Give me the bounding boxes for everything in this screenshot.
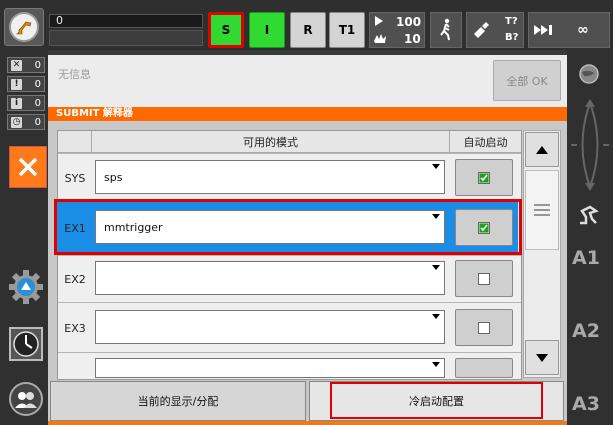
mode-combo-ex2[interactable] [95, 261, 445, 295]
operating-mode-button[interactable]: T1 [329, 12, 365, 48]
jog-hand-icon [373, 32, 387, 47]
unchecked-checkbox-icon [478, 272, 490, 285]
autostart-toggle-ex4[interactable] [455, 358, 513, 378]
walking-person-icon [440, 18, 450, 41]
grip-lines-icon [534, 204, 550, 216]
clock-button[interactable] [9, 327, 43, 361]
dropdown-arrow-icon [432, 164, 440, 169]
jog-override-value: 10 [404, 32, 421, 46]
autostart-toggle-ex3[interactable] [455, 309, 513, 346]
message-window [48, 55, 567, 107]
program-number-field: 0 [49, 14, 203, 28]
message-filter-status[interactable]: ! 0 [7, 76, 45, 92]
scroll-up-button[interactable] [525, 132, 559, 167]
close-icon [18, 157, 38, 177]
override-button[interactable]: 100 10 [369, 12, 425, 48]
row-label-ex3: EX3 [64, 322, 86, 335]
run-mode-value: ∞ [577, 22, 589, 38]
column-header-mode: 可用的模式 [92, 131, 450, 153]
user-group-icon [9, 382, 43, 416]
clock-icon [9, 327, 43, 361]
tool-value: T? [505, 16, 518, 27]
autostart-toggle-sys[interactable] [455, 159, 513, 196]
play-icon [374, 15, 384, 30]
checked-checkbox-icon [478, 171, 490, 184]
ack-count: 0 [34, 59, 41, 71]
axis-label-a3[interactable]: A3 [572, 393, 600, 415]
selection-highlight-frame [54, 199, 522, 255]
dropdown-arrow-icon [432, 265, 440, 270]
base-value: B? [505, 32, 519, 43]
submit-status-button[interactable]: S [208, 12, 244, 48]
scroll-thumb[interactable] [525, 170, 559, 250]
robot-arm-icon[interactable] [576, 203, 600, 231]
row-divider [58, 255, 521, 256]
row-divider [58, 153, 521, 154]
ack-message-icon: ✕ [11, 59, 22, 71]
dropdown-arrow-icon [432, 362, 440, 367]
globe-icon[interactable] [578, 63, 600, 89]
window-title: SUBMIT 解释器 [48, 107, 567, 121]
message-text: 无信息 [58, 68, 91, 81]
jog-direction-icon[interactable] [569, 95, 611, 199]
scroll-down-button[interactable] [525, 340, 559, 375]
axis-label-a1[interactable]: A1 [572, 247, 600, 269]
message-filter-info[interactable]: i0 [7, 95, 45, 111]
mode-combo-sys[interactable]: sps [95, 160, 445, 194]
mode-combo-ex4[interactable] [95, 358, 445, 378]
settings-button[interactable] [7, 268, 45, 306]
bottom-accent-bar [48, 421, 567, 425]
jog-mode-button[interactable] [430, 12, 462, 48]
row-label-sys: SYS [64, 172, 86, 185]
program-override-value: 100 [396, 15, 422, 29]
row-divider [58, 302, 521, 303]
wait-count: 0 [34, 116, 41, 128]
program-progress-bar [49, 30, 203, 46]
cold-start-config-label: 冷启动配置 [330, 382, 543, 419]
acknowledge-all-button[interactable]: 全部 OK [493, 60, 561, 101]
arrow-down-icon [536, 353, 548, 362]
status-count: 0 [34, 78, 41, 90]
robot-logo-icon [9, 12, 39, 42]
info-count: 0 [34, 97, 41, 109]
run-mode-button[interactable]: ∞ [528, 12, 610, 48]
gear-icon [9, 270, 43, 304]
drives-status-button[interactable]: I [249, 12, 285, 48]
row-label-ex2: EX2 [64, 273, 86, 286]
mode-value: sps [104, 170, 123, 184]
autostart-toggle-ex2[interactable] [455, 260, 513, 297]
info-message-icon: i [11, 97, 22, 109]
column-header-autostart: 自动启动 [450, 131, 521, 153]
unchecked-checkbox-icon [478, 321, 490, 334]
column-header-label [58, 131, 92, 153]
robot-interpreter-button[interactable]: R [290, 12, 326, 48]
row-divider [58, 352, 521, 353]
dropdown-arrow-icon [432, 314, 440, 319]
message-filter-ack[interactable]: ✕ 0 [7, 57, 45, 73]
message-filter-wait[interactable]: ◷ 0 [7, 114, 45, 130]
current-display-button[interactable]: 当前的显示/分配 [50, 381, 306, 421]
wait-message-icon: ◷ [11, 116, 22, 128]
fast-forward-icon [533, 24, 559, 40]
arrow-up-icon [536, 145, 548, 154]
tool-icon [471, 20, 491, 43]
status-message-icon: ! [11, 78, 22, 90]
main-menu-button[interactable] [4, 8, 44, 46]
close-window-button[interactable] [9, 146, 47, 188]
mode-combo-ex3[interactable] [95, 310, 445, 344]
axis-label-a2[interactable]: A2 [572, 320, 600, 342]
tool-base-button[interactable]: T? B? [466, 12, 524, 48]
user-group-button[interactable] [7, 380, 45, 418]
